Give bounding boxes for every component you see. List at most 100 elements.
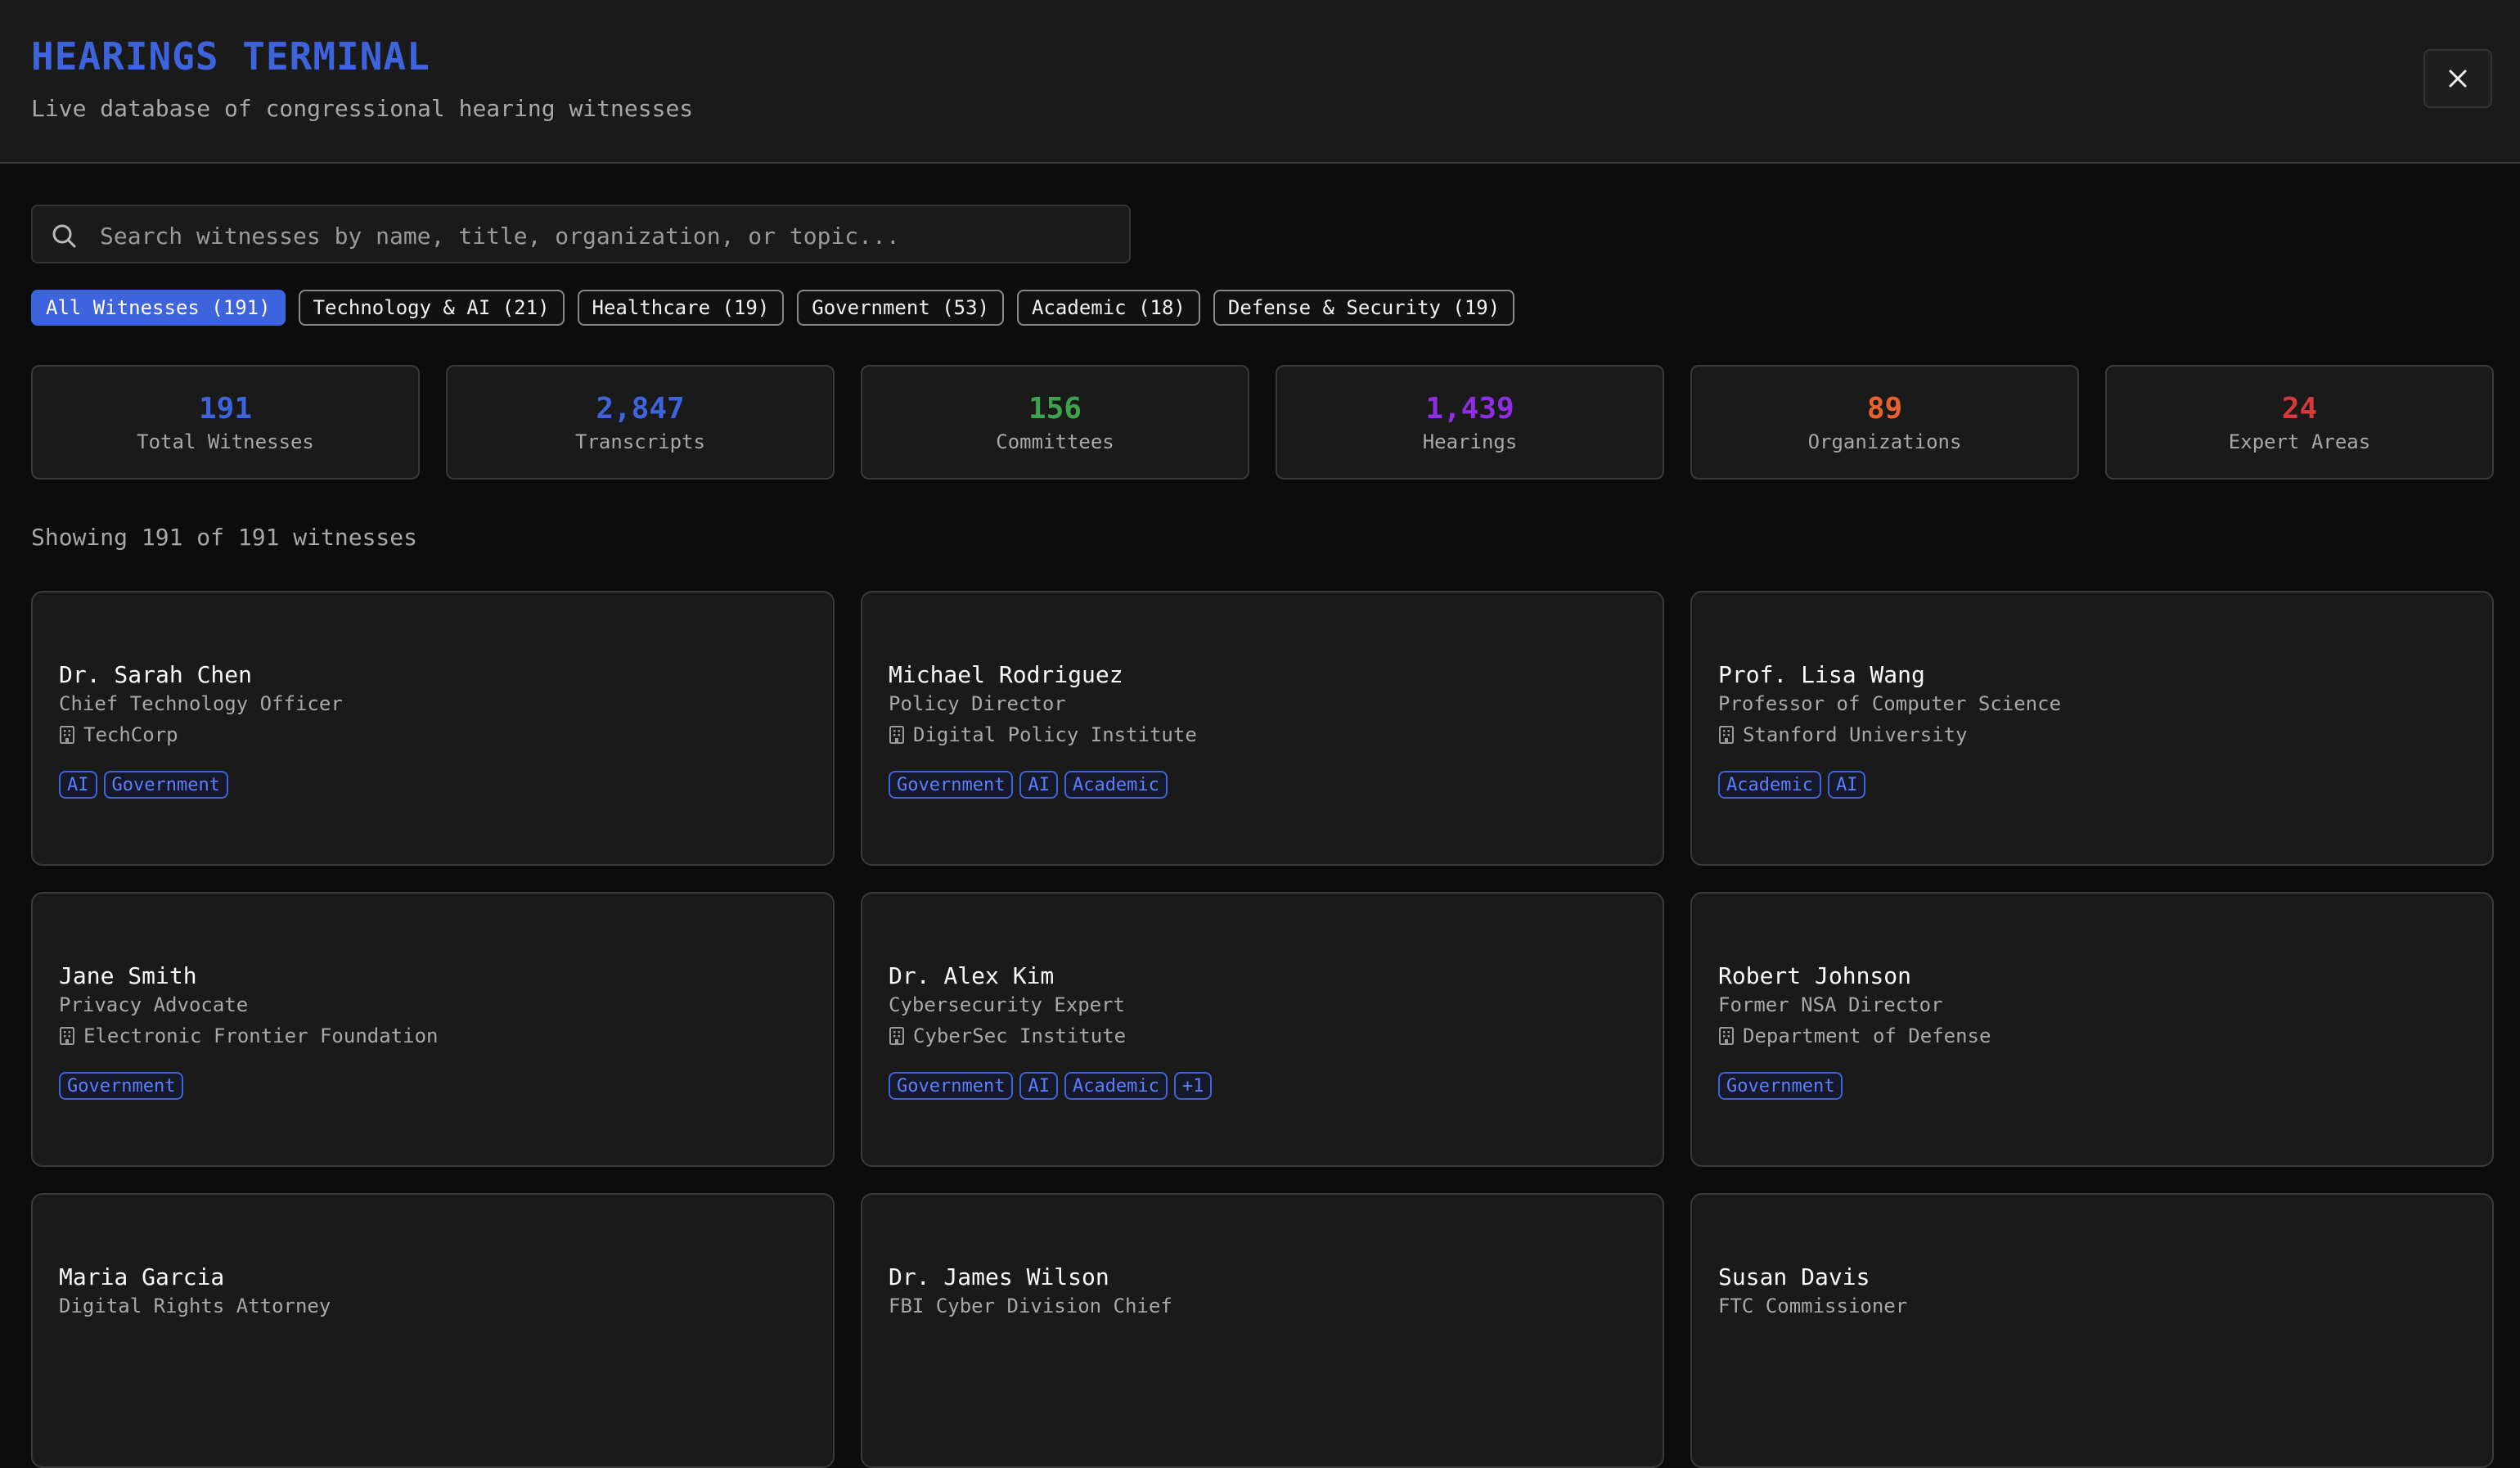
stat-label: Total Witnesses <box>137 430 314 453</box>
witness-title: Policy Director <box>889 692 1066 715</box>
close-button[interactable] <box>2423 49 2492 108</box>
stat-label: Hearings <box>1422 430 1518 453</box>
stat-label: Expert Areas <box>2228 430 2371 453</box>
witness-org: Digital Policy Institute <box>889 723 1197 746</box>
witness-name: Dr. Alex Kim <box>889 962 1055 989</box>
building-icon <box>60 1027 74 1045</box>
witness-grid: Dr. Sarah Chen Chief Technology Officer Te… <box>31 591 2494 1468</box>
witness-name: Maria Garcia <box>59 1263 225 1290</box>
witness-title: Former NSA Director <box>1718 993 1943 1016</box>
stat-value: 156 <box>1028 391 1082 426</box>
stat-value: 89 <box>1866 391 1903 426</box>
witness-org-label: Electronic Frontier Foundation <box>83 1024 439 1047</box>
filter-chip[interactable]: Technology & AI (21) <box>298 290 565 326</box>
stat-card: 89 Organizations <box>1690 365 2079 480</box>
tag-badge[interactable]: Academic <box>1064 771 1168 799</box>
witness-org: CyberSec Institute <box>889 1024 1126 1047</box>
search-icon <box>52 224 76 248</box>
header: HEARINGS TERMINAL Live database of congr… <box>0 0 2520 164</box>
search-placeholder: Search witnesses by name, title, organiz… <box>100 223 900 250</box>
witness-title: Professor of Computer Science <box>1718 692 2062 715</box>
witness-card[interactable]: Dr. Sarah Chen Chief Technology Officer Te… <box>31 591 835 866</box>
witness-card[interactable]: Dr. Alex Kim Cybersecurity Expert CyberSec… <box>861 892 1664 1167</box>
witness-title: Cybersecurity Expert <box>889 993 1125 1016</box>
tag-badge[interactable]: Government <box>1718 1072 1843 1100</box>
witness-card[interactable]: Robert Johnson Former NSA Director Departm… <box>1690 892 2494 1167</box>
witness-org-label: TechCorp <box>83 723 178 746</box>
witness-card[interactable]: Michael Rodriguez Policy Director Digital … <box>861 591 1664 866</box>
stat-label: Committees <box>996 430 1114 453</box>
witness-tags: AI Government <box>59 771 228 799</box>
witness-org-label: Stanford University <box>1743 723 1968 746</box>
witness-title: Digital Rights Attorney <box>59 1295 331 1317</box>
witness-tags: Government AI Academic +1 <box>889 1072 1213 1100</box>
witness-card[interactable]: Dr. James Wilson FBI Cyber Division Chief <box>861 1193 1664 1468</box>
witness-name: Susan Davis <box>1718 1263 1870 1290</box>
witness-tags: Government <box>1718 1072 1843 1100</box>
witness-title: FBI Cyber Division Chief <box>889 1295 1172 1317</box>
filter-chip[interactable]: Defense & Security (19) <box>1213 290 1515 326</box>
tag-badge[interactable]: Academic <box>1718 771 1821 799</box>
filter-chip[interactable]: Government (53) <box>797 290 1005 326</box>
witness-title: Privacy Advocate <box>59 993 249 1016</box>
tag-badge[interactable]: Government <box>889 1072 1014 1100</box>
filter-chips: All Witnesses (191) Technology & AI (21) H… <box>31 290 1515 326</box>
witness-org-label: CyberSec Institute <box>913 1024 1127 1047</box>
stats-row: 191 Total Witnesses 2,847 Transcripts 156 Com… <box>31 365 2494 480</box>
witness-org-label: Digital Policy Institute <box>913 723 1197 746</box>
witness-tags: Government AI Academic <box>889 771 1168 799</box>
stat-card: 156 Committees <box>861 365 1249 480</box>
stat-value: 24 <box>2281 391 2318 426</box>
tag-badge[interactable]: AI <box>1827 771 1866 799</box>
tag-badge[interactable]: AI <box>1019 771 1058 799</box>
stat-value: 191 <box>198 391 253 426</box>
filter-chip[interactable]: All Witnesses (191) <box>31 290 286 326</box>
tag-badge[interactable]: Government <box>59 1072 184 1100</box>
building-icon <box>889 726 904 744</box>
stat-label: Organizations <box>1807 430 1962 453</box>
building-icon <box>1719 726 1734 744</box>
witness-card[interactable]: Susan Davis FTC Commissioner <box>1690 1193 2494 1468</box>
building-icon <box>1719 1027 1734 1045</box>
tag-badge[interactable]: Academic <box>1064 1072 1168 1100</box>
results-count: Showing 191 of 191 witnesses <box>31 524 418 551</box>
witness-tags: Government <box>59 1072 184 1100</box>
witness-org-label: Department of Defense <box>1743 1024 1991 1047</box>
witness-card[interactable]: Prof. Lisa Wang Professor of Computer Sci… <box>1690 591 2494 866</box>
witness-org: Stanford University <box>1718 723 1968 746</box>
witness-name: Michael Rodriguez <box>889 661 1123 688</box>
witness-name: Dr. James Wilson <box>889 1263 1109 1290</box>
witness-name: Prof. Lisa Wang <box>1718 661 1925 688</box>
stat-card: 1,439 Hearings <box>1276 365 1664 480</box>
page-title: HEARINGS TERMINAL <box>31 34 430 79</box>
filter-chip[interactable]: Academic (18) <box>1017 290 1200 326</box>
witness-org: TechCorp <box>59 723 178 746</box>
witness-card[interactable]: Maria Garcia Digital Rights Attorney <box>31 1193 835 1468</box>
witness-tags: Academic AI <box>1718 771 1866 799</box>
stat-card: 24 Expert Areas <box>2105 365 2494 480</box>
search-input[interactable]: Search witnesses by name, title, organiz… <box>31 205 1131 263</box>
close-icon <box>2449 70 2467 88</box>
building-icon <box>60 726 74 744</box>
tag-badge[interactable]: +1 <box>1173 1072 1213 1100</box>
filter-chip[interactable]: Healthcare (19) <box>577 290 785 326</box>
witness-name: Jane Smith <box>59 962 197 989</box>
tag-badge[interactable]: Government <box>889 771 1014 799</box>
witness-name: Dr. Sarah Chen <box>59 661 253 688</box>
tag-badge[interactable]: AI <box>1019 1072 1058 1100</box>
witness-card[interactable]: Jane Smith Privacy Advocate Electronic Fro… <box>31 892 835 1167</box>
page-subtitle: Live database of congressional hearing w… <box>31 95 694 122</box>
witness-name: Robert Johnson <box>1718 962 1912 989</box>
witness-org: Electronic Frontier Foundation <box>59 1024 438 1047</box>
tag-badge[interactable]: AI <box>59 771 97 799</box>
witness-org: Department of Defense <box>1718 1024 1991 1047</box>
tag-badge[interactable]: Government <box>103 771 228 799</box>
witness-title: Chief Technology Officer <box>59 692 343 715</box>
witness-title: FTC Commissioner <box>1718 1295 1908 1317</box>
building-icon <box>889 1027 904 1045</box>
stat-card: 191 Total Witnesses <box>31 365 420 480</box>
stat-card: 2,847 Transcripts <box>446 365 835 480</box>
stat-label: Transcripts <box>575 430 705 453</box>
stat-value: 1,439 <box>1425 391 1514 426</box>
stat-value: 2,847 <box>596 391 685 426</box>
